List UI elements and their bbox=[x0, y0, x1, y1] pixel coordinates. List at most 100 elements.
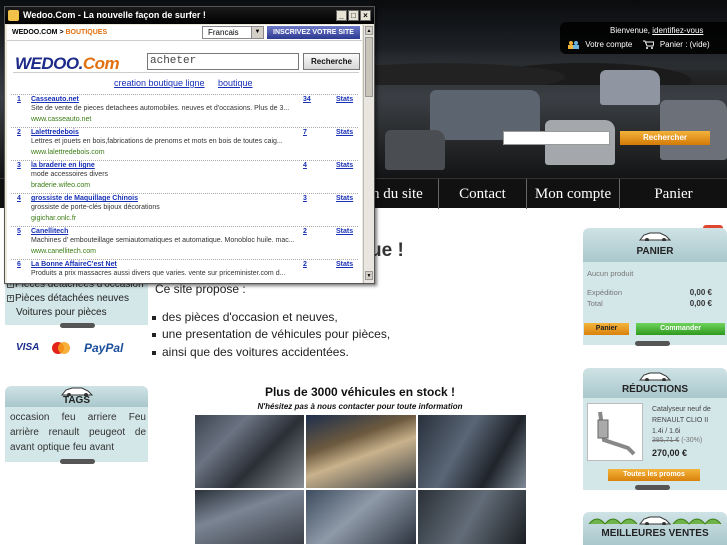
stock-photo[interactable] bbox=[194, 489, 305, 545]
banner-car bbox=[660, 100, 727, 160]
category-item[interactable]: Voitures pour pièces bbox=[16, 307, 107, 318]
mastercard-logo bbox=[50, 341, 72, 355]
visa-logo: VISA bbox=[16, 342, 40, 353]
result-url[interactable]: www.lalettredebois.com bbox=[11, 148, 358, 160]
product-thumbnail[interactable] bbox=[587, 403, 643, 461]
all-promos-button[interactable]: Toutes les promos bbox=[608, 469, 700, 481]
login-link[interactable]: identifiez-vous bbox=[652, 26, 703, 35]
stock-photo[interactable] bbox=[417, 414, 527, 489]
stock-photo[interactable] bbox=[305, 414, 417, 489]
popup-window: Wedoo.Com - La nouvelle façon de surfer … bbox=[4, 6, 375, 284]
expand-icon: + bbox=[7, 294, 14, 302]
account-box: Bienvenue, identifiez-vous Votre compte … bbox=[560, 22, 727, 54]
popup-content: WEDOO.COM > BOUTIQUES Francais ▼ INSCRIV… bbox=[7, 25, 362, 283]
related-link[interactable]: creation boutique ligne bbox=[114, 78, 205, 88]
paypal-logo: PayPal bbox=[84, 341, 124, 355]
popup-titlebar[interactable]: Wedoo.Com - La nouvelle façon de surfer … bbox=[5, 7, 374, 24]
minimize-icon[interactable]: _ bbox=[336, 10, 347, 21]
promo-discount: (-30%) bbox=[681, 437, 703, 444]
best-sellers-title: MEILLEURES VENTES bbox=[601, 528, 709, 539]
breadcrumb-current[interactable]: BOUTIQUES bbox=[66, 29, 108, 36]
car-silhouette-icon bbox=[638, 372, 672, 381]
shipping-value: 0,00 € bbox=[689, 288, 712, 297]
reductions-header: RÉDUCTIONS bbox=[583, 368, 727, 398]
cart-button[interactable]: Panier bbox=[584, 323, 629, 335]
result-item: 5 Canellitech 2 Stats Machines d' embouteil… bbox=[11, 226, 358, 259]
wedoo-search-input[interactable]: acheter bbox=[147, 53, 299, 70]
promo-old-price: 385,71 € bbox=[652, 437, 680, 444]
stock-subtitle: N'hésitez pas à nous contacter pour tout… bbox=[257, 402, 463, 411]
intro-text: Ce site propose : bbox=[155, 282, 246, 296]
site-search-button[interactable]: Rechercher bbox=[620, 131, 710, 145]
total-label: Total bbox=[587, 299, 603, 308]
scroll-thumb[interactable] bbox=[365, 37, 373, 97]
close-icon[interactable]: × bbox=[360, 10, 371, 21]
popup-scrollbar[interactable]: ▲ ▼ bbox=[363, 25, 374, 283]
result-item: 2 Lalettredebois 7 Stats Lettres et jouets … bbox=[11, 127, 358, 160]
nav-item-cart[interactable]: Panier bbox=[619, 179, 727, 209]
tags-header: TAGS bbox=[5, 386, 148, 407]
car-silhouette-icon bbox=[638, 232, 672, 241]
breadcrumb: WEDOO.COM > BOUTIQUES bbox=[12, 29, 108, 36]
feature-item: une presentation de véhicules pour pièce… bbox=[152, 327, 390, 341]
stock-photo[interactable] bbox=[305, 489, 417, 545]
chevron-down-icon[interactable]: ▼ bbox=[251, 27, 263, 38]
stock-title: Plus de 3000 véhicules en stock ! bbox=[264, 385, 456, 399]
cart-link[interactable]: Panier : (vide) bbox=[660, 40, 710, 49]
site-search-input[interactable] bbox=[503, 131, 610, 145]
tags-title: TAGS bbox=[62, 395, 91, 406]
shipping-label: Expédition bbox=[587, 288, 623, 297]
result-url[interactable]: braderie.wifeo.com bbox=[11, 181, 358, 193]
breadcrumb-root[interactable]: WEDOO.COM bbox=[12, 29, 58, 36]
nav-item-contact[interactable]: Contact bbox=[438, 179, 526, 209]
car-silhouette-icon bbox=[638, 516, 672, 525]
tyre-divider bbox=[60, 459, 95, 464]
stock-photo[interactable] bbox=[417, 489, 527, 545]
nav-item-account[interactable]: Mon compte bbox=[526, 179, 619, 209]
page-title: ue ! bbox=[370, 240, 404, 261]
related-link[interactable]: boutique bbox=[218, 78, 253, 88]
cart-empty-text: Aucun produit bbox=[587, 269, 634, 278]
popup-topbar: WEDOO.COM > BOUTIQUES Francais ▼ INSCRIV… bbox=[7, 25, 362, 41]
welcome-text: Bienvenue, identifiez-vous bbox=[610, 26, 703, 35]
scroll-down-icon[interactable]: ▼ bbox=[365, 271, 373, 280]
promo-price-row: 385,71 € (-30%) bbox=[652, 437, 702, 444]
promo-product-name[interactable]: Catalyseur neuf de RENAULT CLIO II 1.4i … bbox=[652, 404, 716, 437]
result-item: 1 Casseauto.net 34 Stats Site de vente de p… bbox=[11, 94, 358, 127]
result-url[interactable]: gigichar.onlc.fr bbox=[11, 214, 358, 226]
category-item[interactable]: + Pièces détachées neuves bbox=[7, 293, 129, 304]
cart-mini-icon bbox=[642, 40, 654, 50]
tyre-divider bbox=[60, 323, 95, 328]
maximize-icon[interactable]: □ bbox=[348, 10, 359, 21]
stock-photo[interactable] bbox=[194, 414, 305, 489]
wedoo-logo[interactable]: WEDOO.Com bbox=[15, 54, 120, 74]
welcome-label: Bienvenue, bbox=[610, 26, 651, 35]
account-link[interactable]: Votre compte bbox=[585, 40, 632, 49]
scroll-up-icon[interactable]: ▲ bbox=[365, 26, 373, 35]
banner-car bbox=[600, 70, 660, 105]
tags-cloud[interactable]: occasion feu arriere Feu arrière renault… bbox=[10, 410, 146, 455]
banner-car bbox=[385, 130, 445, 170]
tyre-divider bbox=[635, 485, 670, 490]
result-url[interactable]: www.canellitech.com bbox=[11, 247, 358, 259]
wedoo-search-button[interactable]: Recherche bbox=[303, 53, 360, 70]
popup-title: Wedoo.Com - La nouvelle façon de surfer … bbox=[23, 10, 206, 20]
result-url[interactable]: www.casseauto.net bbox=[11, 115, 358, 127]
reductions-title: RÉDUCTIONS bbox=[621, 384, 689, 395]
signup-button[interactable]: INSCRIVEZ VOTRE SITE bbox=[267, 26, 360, 39]
tyre-divider bbox=[635, 341, 670, 346]
promo-price: 270,00 € bbox=[652, 448, 688, 458]
account-row: Votre compte Panier : (vide) bbox=[568, 40, 710, 50]
cart-title: PANIER bbox=[636, 246, 674, 257]
divider bbox=[13, 72, 359, 73]
feature-item: des pièces d'occasion et neuves, bbox=[152, 310, 338, 324]
nav-item-plan[interactable]: n du site bbox=[372, 179, 438, 209]
total-value: 0,00 € bbox=[689, 299, 712, 308]
order-button[interactable]: Commander bbox=[636, 323, 725, 335]
window-app-icon bbox=[8, 10, 19, 22]
feature-item: ainsi que des voitures accidentées. bbox=[152, 345, 349, 359]
users-icon bbox=[568, 41, 579, 50]
result-item: 4 grossiste de Maquillage Chinois 3 Stats g… bbox=[11, 193, 358, 226]
best-sellers-header: MEILLEURES VENTES bbox=[583, 512, 727, 545]
result-item: 3 la braderie en ligne 4 Stats mode accesso… bbox=[11, 160, 358, 193]
